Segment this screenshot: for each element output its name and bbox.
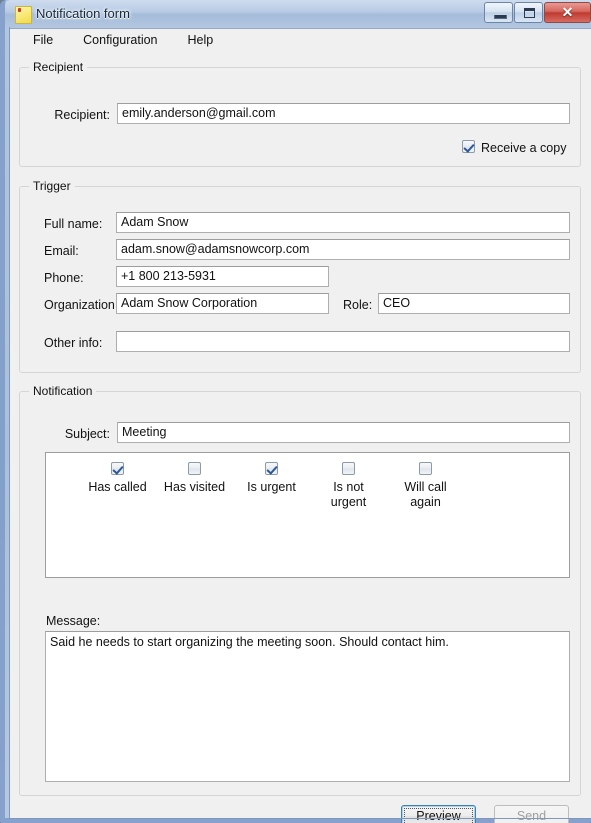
send-button[interactable]: Send	[494, 805, 569, 823]
trigger-group-title: Trigger	[29, 179, 75, 193]
email-label: Email:	[44, 244, 79, 258]
email-input[interactable]: adam.snow@adamsnowcorp.com	[116, 239, 570, 260]
recipient-input[interactable]: emily.anderson@gmail.com	[117, 103, 570, 124]
has-called-label[interactable]: Has called	[75, 480, 160, 495]
close-button[interactable]: ✕	[544, 2, 591, 23]
will-call-again-checkbox[interactable]	[419, 462, 432, 475]
receive-copy-checkbox[interactable]	[462, 140, 475, 153]
trigger-group: Trigger Full name: Adam Snow Email: adam…	[19, 179, 581, 373]
full-name-input[interactable]: Adam Snow	[116, 212, 570, 233]
title-bar[interactable]: Notification form ✕	[5, 0, 591, 28]
close-icon: ✕	[561, 4, 574, 20]
is-urgent-checkbox[interactable]	[265, 462, 278, 475]
recipient-label: Recipient:	[54, 108, 110, 122]
notification-group: Notification Subject: Meeting Has called…	[19, 384, 581, 796]
message-label: Message:	[46, 614, 101, 628]
menu-item-configuration[interactable]: Configuration	[73, 30, 167, 51]
recipient-group-title: Recipient	[29, 60, 88, 74]
window-title: Notification form	[36, 6, 130, 21]
message-textarea[interactable]: Said he needs to start organizing the me…	[45, 631, 570, 782]
notification-form-window: Notification form ✕ File Configuration H…	[0, 0, 591, 823]
subject-label: Subject:	[64, 427, 110, 441]
minimize-button[interactable]	[484, 2, 513, 23]
organization-label: Organization:	[44, 298, 119, 312]
subject-input[interactable]: Meeting	[117, 422, 570, 443]
will-call-again-label[interactable]: Will call again	[383, 480, 468, 510]
notification-group-title: Notification	[29, 384, 97, 398]
other-info-input[interactable]	[116, 331, 570, 352]
other-info-label: Other info:	[44, 336, 103, 350]
preview-button[interactable]: Preview	[401, 805, 476, 823]
flags-panel: Has called Has visited Is urgent Is not …	[45, 452, 570, 578]
note-icon	[15, 6, 32, 24]
is-urgent-label[interactable]: Is urgent	[229, 480, 314, 495]
will-call-again-label-line1: Will call	[404, 480, 447, 494]
has-visited-checkbox[interactable]	[188, 462, 201, 475]
is-not-urgent-label-line2: urgent	[330, 495, 367, 509]
is-not-urgent-label[interactable]: Is not urgent	[306, 480, 391, 510]
focus-rectangle	[404, 808, 473, 823]
phone-label: Phone:	[44, 271, 84, 285]
role-label: Role:	[343, 298, 373, 312]
phone-input[interactable]: +1 800 213-5931	[116, 266, 329, 287]
menu-bar: File Configuration Help	[10, 29, 591, 52]
send-button-label: Send	[516, 809, 547, 823]
is-not-urgent-checkbox[interactable]	[342, 462, 355, 475]
receive-copy-label[interactable]: Receive a copy	[481, 141, 566, 156]
window-controls: ✕	[484, 2, 591, 24]
maximize-button[interactable]	[514, 2, 543, 23]
recipient-group: Recipient Recipient: emily.anderson@gmai…	[19, 60, 581, 167]
full-name-label: Full name:	[44, 217, 103, 231]
has-called-checkbox[interactable]	[111, 462, 124, 475]
role-input[interactable]: CEO	[378, 293, 570, 314]
organization-input[interactable]: Adam Snow Corporation	[116, 293, 329, 314]
menu-item-help[interactable]: Help	[178, 30, 224, 51]
has-visited-label[interactable]: Has visited	[152, 480, 237, 495]
application-window-screenshot: Notification form ✕ File Configuration H…	[0, 0, 591, 823]
will-call-again-label-line2: again	[410, 495, 441, 509]
minimize-icon	[494, 15, 507, 19]
menu-item-file[interactable]: File	[23, 30, 63, 51]
is-not-urgent-label-line1: Is not	[333, 480, 364, 494]
client-area: File Configuration Help Recipient Recipi…	[10, 28, 591, 823]
maximize-icon	[524, 8, 535, 18]
